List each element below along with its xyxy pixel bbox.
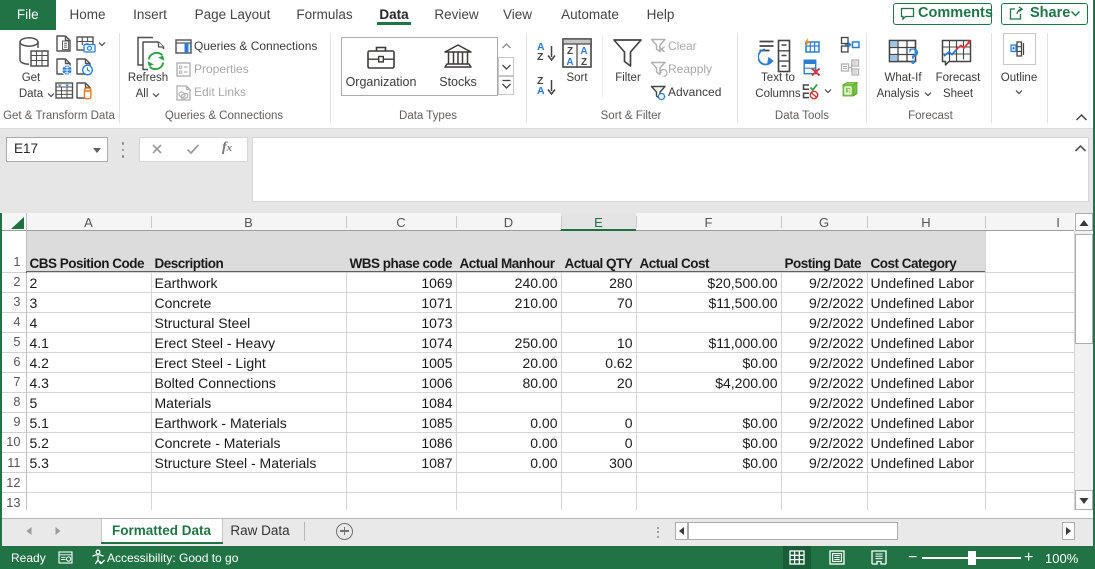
svg-text:J: J [846, 89, 850, 96]
svg-text:A: A [566, 57, 573, 68]
svg-text:Z: Z [581, 57, 587, 68]
svg-text:A: A [580, 46, 587, 57]
svg-text:Z: Z [567, 46, 573, 57]
